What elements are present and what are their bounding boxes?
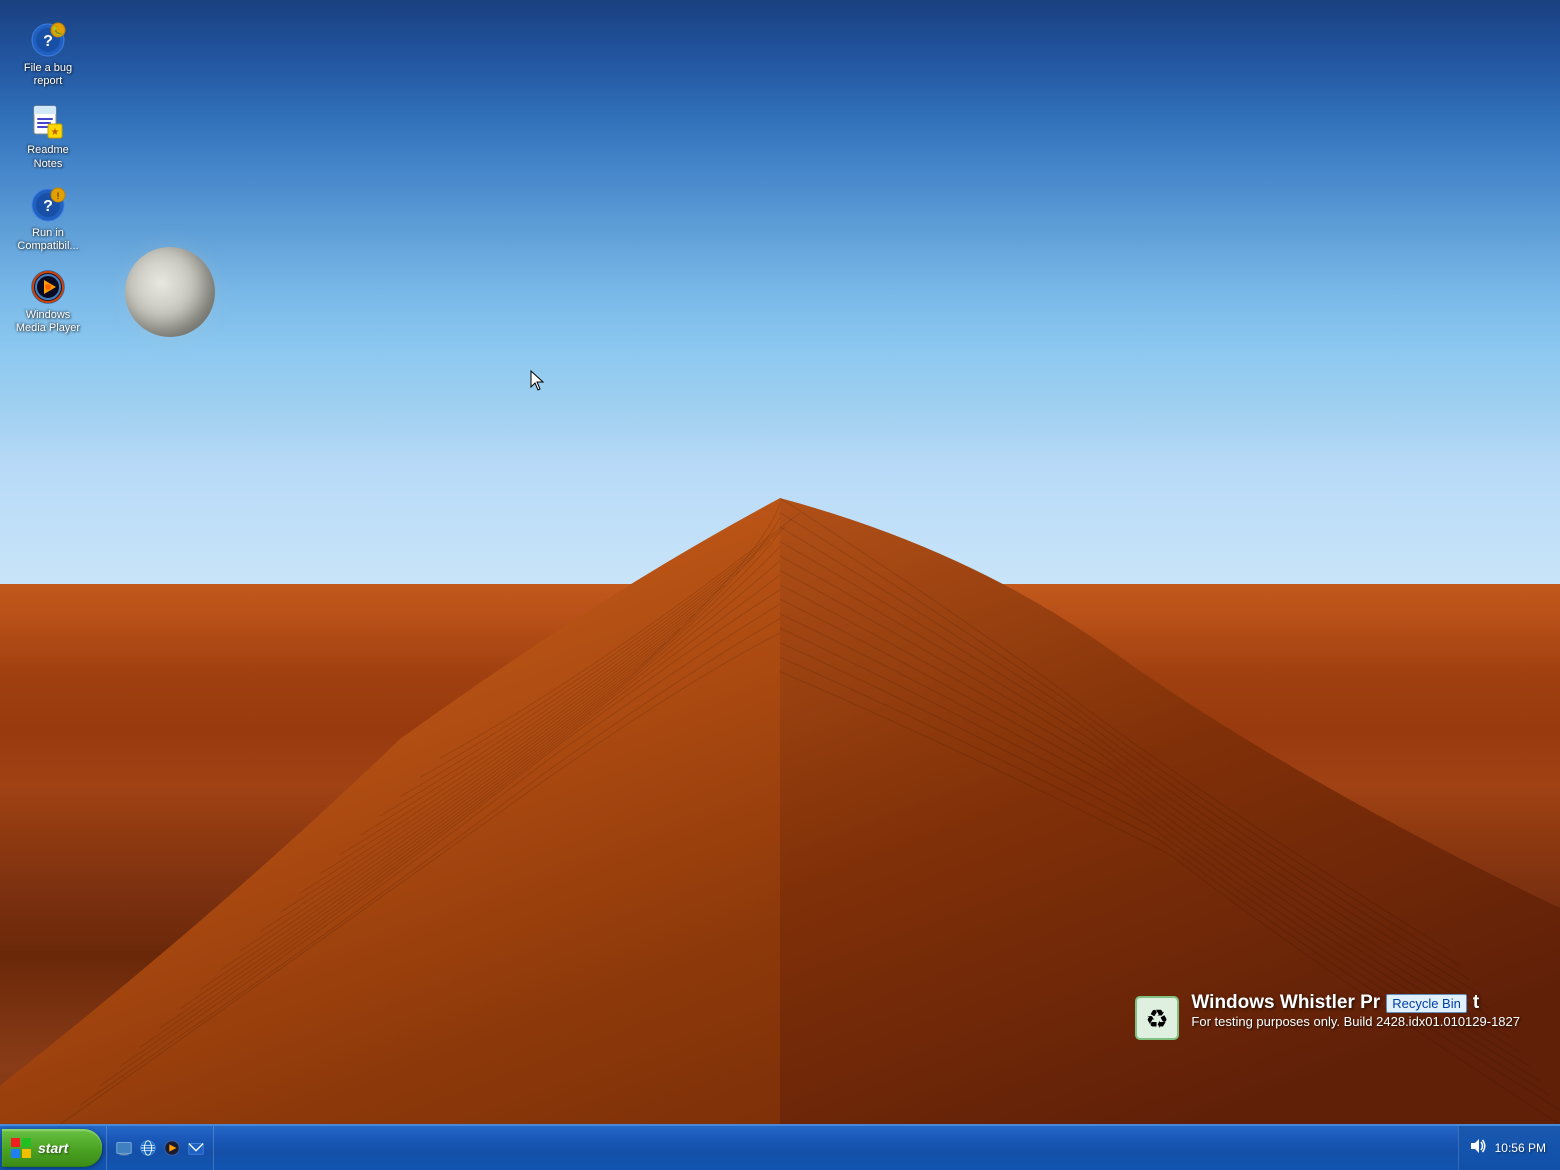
svg-text:🐛: 🐛 [52,25,63,36]
outlook-express-icon [187,1138,205,1158]
desktop: ? 🐛 File a bug report [0,0,1560,1124]
watermark-subtitle: For testing purposes only. Build 2428.id… [1191,1014,1520,1029]
watermark-title: Windows Whistler Pr [1191,992,1380,1014]
show-desktop-icon [115,1138,133,1158]
outlook-express-button[interactable] [185,1137,207,1159]
recycle-bin-notification-icon[interactable]: ♻ [1131,992,1183,1044]
media-player-quick-icon [163,1138,181,1158]
taskbar: start [0,1124,1560,1170]
windows-media-player-icon[interactable]: Windows Media Player [8,265,88,339]
media-player-button[interactable] [161,1137,183,1159]
compatibility-icon-image: ? ! [30,187,66,223]
svg-text:♻: ♻ [1146,1004,1169,1034]
desktop-notification: ♻ Windows Whistler Pr Recycle Bin t For … [1131,992,1520,1044]
start-button[interactable]: start [2,1129,102,1167]
file-bug-report-icon[interactable]: ? 🐛 File a bug report [8,18,88,92]
svg-text:★: ★ [51,127,60,138]
file-bug-report-label: File a bug report [12,62,84,88]
start-label: start [38,1140,68,1156]
readme-icon-image: ★ [30,104,66,140]
volume-icon [1469,1137,1487,1155]
moon [125,247,215,337]
sky-background [0,0,1560,584]
quick-launch-area [106,1126,214,1170]
readme-notes-label: Readme Notes [12,144,84,170]
show-desktop-button[interactable] [113,1137,135,1159]
readme-notes-icon[interactable]: ★ Readme Notes [8,100,88,174]
clock[interactable]: 10:56 PM [1491,1141,1550,1155]
desktop-icons-area: ? 🐛 File a bug report [0,10,96,348]
bug-report-icon-image: ? 🐛 [30,22,66,58]
ie-icon [139,1138,157,1158]
run-compatibility-icon[interactable]: ? ! Run in Compatibil... [8,183,88,257]
system-tray: 10:56 PM [1458,1126,1560,1170]
run-compatibility-label: Run in Compatibil... [12,227,84,253]
windows-logo [10,1137,32,1159]
recycle-bin-label: Recycle Bin [1386,994,1467,1013]
svg-text:!: ! [57,191,60,201]
svg-text:?: ? [43,198,53,215]
windows-media-player-label: Windows Media Player [12,309,84,335]
wmp-icon-image [30,269,66,305]
ie-browser-button[interactable] [137,1137,159,1159]
volume-button[interactable] [1469,1137,1487,1160]
